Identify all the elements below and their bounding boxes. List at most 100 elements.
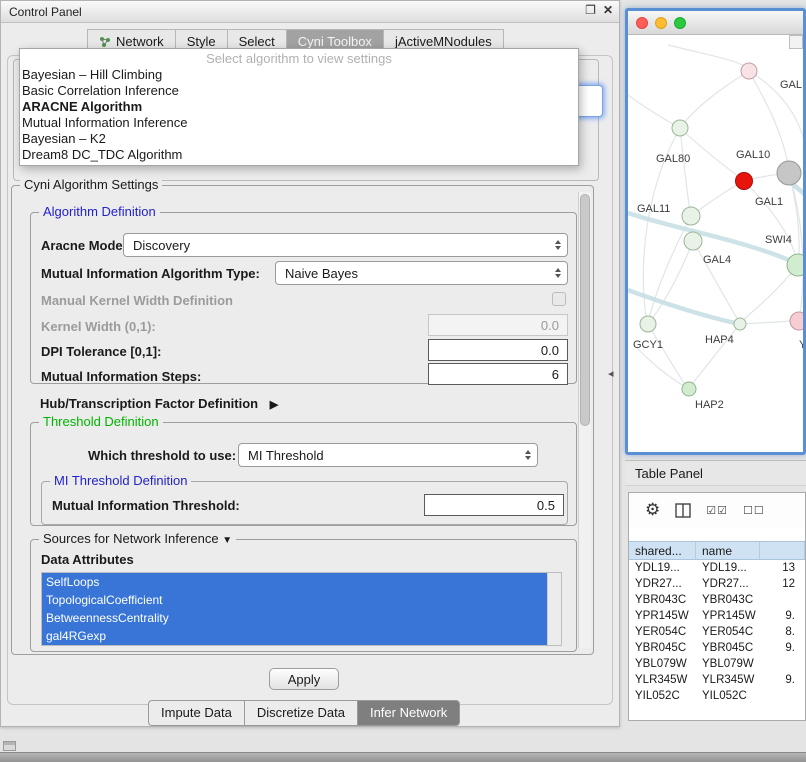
combo-arrows-icon (555, 240, 561, 250)
settings-scrollbar[interactable] (578, 192, 591, 648)
network-graph-canvas[interactable]: GAL GAL80 GAL10 GAL11 GAL1 SWI4 GAL4 GCY… (628, 35, 803, 454)
aracne-mode-value: Discovery (133, 238, 190, 253)
control-panel-titlebar[interactable]: Control Panel ❐ ✕ (1, 1, 619, 23)
cell-name: YDR27... (696, 576, 760, 592)
attribute-item[interactable]: TopologicalCoefficient (42, 591, 548, 609)
node-label[interactable]: GAL80 (656, 153, 690, 165)
mi-steps-field[interactable]: 6 (428, 363, 568, 385)
aracne-mode-label: Aracne Mode: (41, 238, 127, 253)
node-label[interactable]: GAL1 (755, 196, 783, 208)
table-row[interactable]: YDR27... YDR27... 12 (629, 576, 805, 592)
kernel-width-field[interactable]: 0.0 (428, 314, 568, 336)
table-row[interactable]: YDL19... YDL19... 13 (629, 560, 805, 576)
apply-button[interactable]: Apply (269, 668, 339, 690)
dpi-tolerance-field[interactable]: 0.0 (428, 339, 568, 361)
panel-collapse-arrow-icon[interactable]: ◂ (608, 367, 614, 380)
select-all-columns-icon[interactable]: ☑☑ (706, 504, 728, 517)
kernel-width-label: Kernel Width (0,1): (41, 319, 156, 334)
table-row[interactable]: YIL052C YIL052C (629, 688, 805, 704)
control-panel-title: Control Panel (9, 5, 82, 19)
close-window-icon[interactable]: ✕ (603, 3, 613, 17)
sources-group-title[interactable]: Sources for Network Inference ▼ (39, 531, 236, 546)
table-toolbar: ⚙ ☑☑ ☐☐ (629, 493, 805, 527)
mi-threshold-field[interactable]: 0.5 (424, 494, 564, 516)
tab-infer-network[interactable]: Infer Network (357, 700, 460, 726)
network-window-titlebar[interactable] (628, 11, 803, 35)
cell-value: 12 (760, 576, 805, 592)
table-row[interactable]: YBL079W YBL079W (629, 656, 805, 672)
gear-icon[interactable]: ⚙ (645, 500, 660, 520)
node-label[interactable]: Y (799, 339, 803, 351)
minimized-panel-icon[interactable] (3, 741, 16, 751)
dropdown-item[interactable]: Basic Correlation Inference (20, 83, 578, 99)
dropdown-placeholder: Select algorithm to view settings (20, 49, 578, 67)
node-label[interactable]: SWI4 (765, 234, 792, 246)
hub-definition-label[interactable]: Hub/Transcription Factor Definition ▶ (40, 396, 278, 411)
combo-arrows-icon (525, 450, 531, 460)
table-row[interactable]: YBR043C YBR043C (629, 592, 805, 608)
table-panel-window: ⚙ ☑☑ ☐☐ shared... name YDL19... YDL19...… (628, 492, 806, 721)
dropdown-item-selected[interactable]: ARACNE Algorithm (20, 99, 578, 115)
dropdown-item[interactable]: Bayesian – Hill Climbing (20, 67, 578, 83)
column-header-shared[interactable]: shared... (629, 542, 696, 559)
collapse-down-icon[interactable]: ▼ (222, 535, 232, 546)
close-traffic-light-icon[interactable] (636, 17, 648, 29)
cell-name: YER054C (696, 624, 760, 640)
which-threshold-combo[interactable]: MI Threshold (238, 443, 538, 467)
cell-value: 9. (760, 672, 805, 688)
table-row[interactable]: YLR345W YLR345W 9. (629, 672, 805, 688)
cell-shared-name: YDR27... (629, 576, 696, 592)
network-icon (99, 36, 111, 48)
node-label[interactable]: GCY1 (633, 339, 663, 351)
unselect-all-columns-icon[interactable]: ☐☐ (743, 504, 765, 517)
columns-icon[interactable] (675, 503, 691, 518)
node-label[interactable]: GAL10 (736, 149, 770, 161)
settings-scrollbar-thumb[interactable] (580, 194, 590, 426)
cell-shared-name: YDL19... (629, 560, 696, 576)
node-label[interactable]: GAL4 (703, 254, 731, 266)
cell-name: YDL19... (696, 560, 760, 576)
expand-right-icon[interactable]: ▶ (270, 399, 278, 411)
mi-type-combo[interactable]: Naive Bayes (275, 261, 568, 285)
table-header-row: shared... name (629, 541, 805, 560)
zoom-traffic-light-icon[interactable] (674, 17, 686, 29)
attributes-scrollbar[interactable] (547, 573, 561, 645)
aracne-mode-combo[interactable]: Discovery (123, 233, 568, 257)
table-row[interactable]: YBR045C YBR045C 9. (629, 640, 805, 656)
float-window-icon[interactable]: ❐ (585, 3, 596, 17)
cell-name: YLR345W (696, 672, 760, 688)
attribute-item[interactable]: gal4RGexp (42, 627, 548, 645)
dropdown-item[interactable]: Mutual Information Inference (20, 115, 578, 131)
column-header-extra[interactable] (760, 542, 805, 559)
tab-impute-data[interactable]: Impute Data (148, 700, 244, 726)
table-row[interactable]: YER054C YER054C 8. (629, 624, 805, 640)
node-label[interactable]: GAL (780, 79, 802, 91)
network-scroll-corner[interactable] (789, 35, 803, 49)
algorithm-definition-title: Algorithm Definition (39, 204, 160, 219)
cell-shared-name: YIL052C (629, 688, 696, 704)
cell-value: 8. (760, 624, 805, 640)
dropdown-item[interactable]: Bayesian – K2 (20, 131, 578, 147)
column-header-name[interactable]: name (696, 542, 760, 559)
minimize-traffic-light-icon[interactable] (655, 17, 667, 29)
network-view-window: GAL GAL80 GAL10 GAL11 GAL1 SWI4 GAL4 GCY… (625, 8, 806, 455)
dropdown-item[interactable]: Dream8 DC_TDC Algorithm (20, 147, 578, 163)
mi-threshold-group-title: MI Threshold Definition (50, 473, 191, 488)
bottom-tabs: Impute Data Discretize Data Infer Networ… (148, 700, 460, 726)
node-label[interactable]: GAL11 (637, 203, 670, 215)
cell-shared-name: YBR043C (629, 592, 696, 608)
attribute-item[interactable]: SelfLoops (42, 573, 548, 591)
attribute-item[interactable]: BetweennessCentrality (42, 609, 548, 627)
dpi-tolerance-label: DPI Tolerance [0,1]: (41, 344, 161, 359)
node-label[interactable]: HAP2 (695, 399, 724, 411)
manual-kernel-checkbox[interactable] (552, 292, 566, 306)
table-row[interactable]: YPR145W YPR145W 9. (629, 608, 805, 624)
table-panel-header[interactable]: Table Panel (625, 460, 806, 486)
tab-discretize-data[interactable]: Discretize Data (244, 700, 357, 726)
node-label[interactable]: HAP4 (705, 334, 734, 346)
tab-cyni-toolbox-label: Cyni Toolbox (298, 34, 372, 49)
data-attributes-list[interactable]: SelfLoops TopologicalCoefficient Between… (41, 572, 562, 646)
threshold-definition-group: Threshold Definition Which threshold to … (30, 422, 577, 526)
tab-jactivemnodules-label: jActiveMNodules (395, 34, 492, 49)
cell-value: 9. (760, 608, 805, 624)
